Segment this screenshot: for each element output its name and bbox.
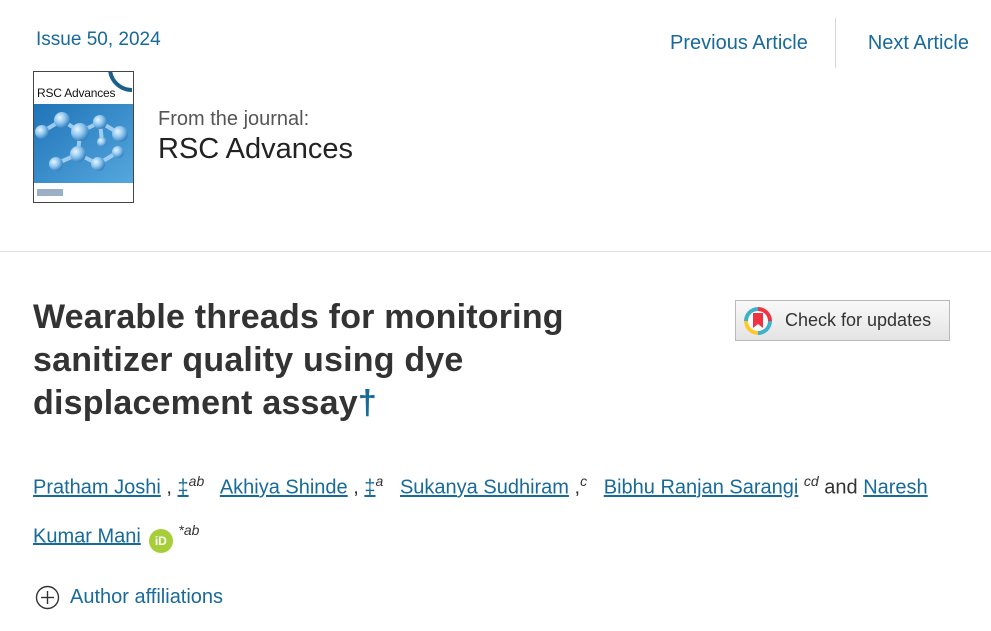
equal-contribution-mark[interactable]: ‡: [364, 477, 375, 499]
author-separator: ,: [166, 476, 172, 499]
journal-name[interactable]: RSC Advances: [158, 133, 353, 166]
affiliation-marker: c: [580, 473, 588, 489]
affiliation-marker: cd: [803, 473, 819, 489]
article-title-text: Wearable threads for monitoring sanitize…: [33, 298, 564, 422]
author-affiliations-label: Author affiliations: [70, 586, 224, 608]
check-for-updates-button[interactable]: Check for updates: [735, 300, 950, 341]
author-link[interactable]: Sukanya Sudhiram: [400, 477, 569, 499]
journal-cover[interactable]: RSC Advances: [33, 71, 134, 203]
circle-plus-icon: [35, 585, 60, 610]
title-footnote-link[interactable]: †: [358, 384, 377, 422]
cover-publisher-logo: [37, 189, 63, 196]
article-title: Wearable threads for monitoring sanitize…: [33, 296, 653, 425]
previous-article-link[interactable]: Previous Article: [670, 32, 835, 55]
author-link[interactable]: Bibhu Ranjan Sarangi: [604, 477, 799, 499]
orcid-icon[interactable]: iD: [148, 529, 173, 554]
header-divider: [0, 251, 991, 252]
affiliation-marker: ab: [188, 473, 205, 489]
issue-label: Issue 50, 2024: [36, 29, 161, 50]
crossmark-icon: [744, 306, 772, 335]
author-list: Pratham Joshi , ‡ab Akhiya Shinde , ‡a S…: [33, 460, 948, 557]
affiliation-marker: ab: [183, 521, 200, 538]
author-separator: ,: [353, 476, 359, 499]
affiliation-marker: a: [375, 473, 384, 489]
molecule-image: [34, 104, 133, 183]
cover-title: RSC Advances: [37, 86, 116, 100]
journal-from-label: From the journal:: [158, 108, 310, 130]
check-for-updates-label: Check for updates: [785, 310, 932, 330]
author-link[interactable]: Pratham Joshi: [33, 477, 161, 499]
and-text: and: [824, 476, 858, 499]
article-navigation: Previous Article Next Article: [670, 18, 991, 68]
next-article-link[interactable]: Next Article: [836, 32, 991, 55]
author-link[interactable]: Akhiya Shinde: [220, 477, 348, 499]
equal-contribution-mark[interactable]: ‡: [178, 477, 189, 499]
author-affiliations-toggle[interactable]: Author affiliations: [35, 585, 223, 610]
